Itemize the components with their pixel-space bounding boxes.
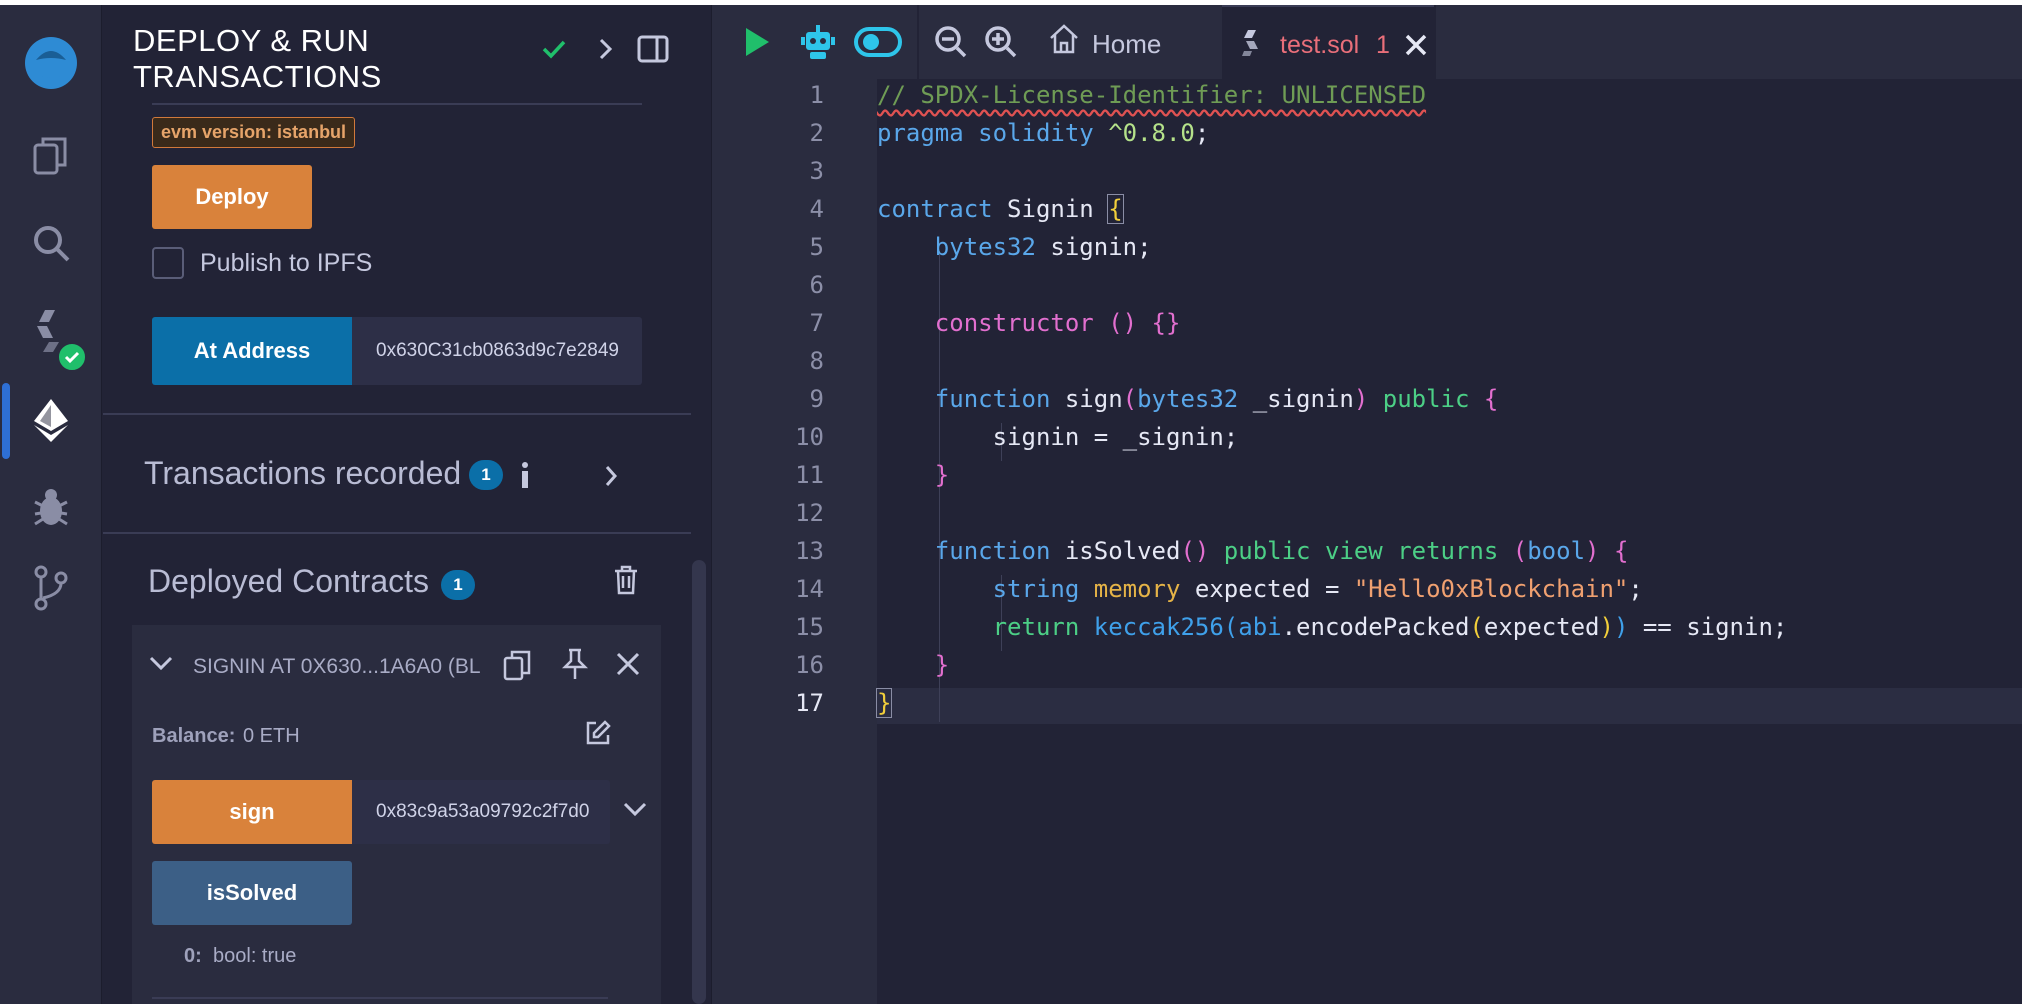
deploy-run-panel: DEPLOY & RUN TRANSACTIONS evm version: i… [103, 5, 711, 1004]
zoom-in-icon[interactable] [984, 25, 1018, 64]
code-line-14[interactable]: string memory expected = "Hello0xBlockch… [877, 575, 1643, 603]
chevron-down-icon[interactable] [622, 800, 648, 825]
code-line-5[interactable]: bytes32 signin; [877, 233, 1152, 261]
code-line-17[interactable]: } [875, 688, 893, 718]
home-tab[interactable]: Home [1092, 29, 1161, 60]
check-icon [540, 35, 568, 68]
edit-icon[interactable] [584, 719, 612, 752]
line-number: 11 [795, 461, 824, 489]
code-line-1[interactable]: // SPDX-License-Identifier: UNLICENSED [877, 81, 1426, 109]
zoom-out-icon[interactable] [934, 25, 968, 64]
code-line-13[interactable]: function isSolved() public view returns … [877, 537, 1629, 565]
result-key: 0: [184, 945, 202, 967]
sign-function-button[interactable]: sign [152, 780, 352, 844]
line-number: 14 [795, 575, 824, 603]
deployed-count-badge: 1 [441, 570, 475, 600]
code-line-4[interactable]: contract Signin { [877, 194, 1124, 224]
close-icon[interactable] [615, 651, 641, 682]
trash-icon[interactable] [613, 565, 639, 600]
tab-problem-count: 1 [1376, 31, 1390, 59]
balance-label: Balance: [152, 725, 236, 747]
transactions-count-badge: 1 [469, 460, 503, 490]
editor-tabbar: Home test.sol 1 [712, 5, 2022, 79]
close-tab-icon[interactable] [1404, 33, 1428, 62]
code-editor: Home test.sol 1 1 2 3 4 5 6 7 8 9 10 11 12 13 14 15 16 1… [711, 5, 2022, 1004]
transactions-recorded-label: Transactions recorded [144, 455, 462, 491]
deploy-button[interactable]: Deploy [152, 165, 312, 229]
icon-rail [0, 5, 102, 1004]
code-line-15[interactable]: return keccak256(abi.encodePacked(expect… [877, 613, 1788, 641]
file-explorer-icon[interactable] [0, 125, 102, 185]
toggle-panel-icon[interactable] [637, 35, 669, 68]
remix-logo-icon[interactable] [0, 25, 102, 105]
home-icon[interactable] [1048, 23, 1080, 60]
search-icon[interactable] [0, 213, 102, 273]
balance-value: 0 ETH [243, 725, 300, 747]
code-line-16[interactable]: } [877, 651, 949, 679]
solidity-file-icon [1242, 29, 1260, 62]
code-line-10[interactable]: signin = _signin; [877, 423, 1239, 451]
line-number: 4 [809, 195, 824, 223]
code-line-7[interactable]: constructor () {} [877, 309, 1181, 337]
chevron-right-icon[interactable] [593, 35, 617, 68]
deployed-contracts-label: Deployed Contracts [148, 563, 430, 599]
code-line-9[interactable]: function sign(bytes32 _signin) public { [877, 385, 1499, 413]
divider [152, 997, 608, 999]
divider [103, 413, 691, 415]
line-number: 3 [809, 157, 824, 185]
compiled-check-icon [56, 341, 88, 373]
line-number: 16 [795, 651, 824, 679]
publish-ipfs-label: Publish to IPFS [200, 249, 373, 277]
line-number: 5 [809, 233, 824, 261]
line-number: 12 [795, 499, 824, 527]
line-number: 6 [809, 271, 824, 299]
line-number: 13 [795, 537, 824, 565]
current-line-highlight [877, 688, 2022, 724]
contract-instance-title[interactable]: SIGNIN AT 0X630...1A6A0 (BL [193, 655, 481, 679]
pin-icon[interactable] [560, 647, 590, 686]
chevron-right-icon[interactable] [601, 462, 621, 495]
at-address-input[interactable]: 0x630C31cb0863d9c7e2849 [352, 317, 642, 385]
run-script-icon[interactable] [742, 25, 772, 64]
sign-argument-input[interactable]: 0x83c9a53a09792c2f7d0 [352, 780, 610, 844]
deployed-contract-card: SIGNIN AT 0X630...1A6A0 (BL Balance: 0 E… [132, 625, 661, 1004]
line-number: 2 [809, 119, 824, 147]
deploy-run-icon[interactable] [0, 390, 102, 450]
tab-test-sol[interactable]: test.sol 1 [1222, 5, 1434, 79]
line-number: 7 [809, 309, 824, 337]
panel-scrollbar[interactable] [692, 560, 706, 1004]
publish-ipfs-checkbox[interactable] [152, 247, 184, 279]
line-number: 1 [809, 81, 824, 109]
issolved-function-button[interactable]: isSolved [152, 861, 352, 925]
git-icon[interactable] [0, 558, 102, 618]
line-number: 15 [795, 613, 824, 641]
evm-version-tag: evm version: istanbul [152, 117, 356, 148]
info-icon[interactable] [517, 459, 533, 496]
line-number: 17 [795, 689, 824, 717]
line-number: 9 [809, 385, 824, 413]
copy-icon[interactable] [502, 649, 532, 686]
at-address-button[interactable]: At Address [152, 317, 352, 385]
result-value: bool: true [213, 945, 297, 967]
ai-assistant-icon[interactable] [801, 23, 835, 66]
ai-toggle-icon[interactable] [854, 27, 902, 62]
tab-filename: test.sol [1280, 31, 1360, 59]
debugger-icon[interactable] [0, 478, 102, 538]
line-number: 8 [809, 347, 824, 375]
line-number: 10 [795, 423, 824, 451]
divider [103, 532, 691, 534]
chevron-down-icon[interactable] [148, 653, 174, 678]
code-line-2[interactable]: pragma solidity ^0.8.0; [877, 119, 1209, 147]
code-line-11[interactable]: } [877, 461, 949, 489]
divider [152, 103, 642, 105]
